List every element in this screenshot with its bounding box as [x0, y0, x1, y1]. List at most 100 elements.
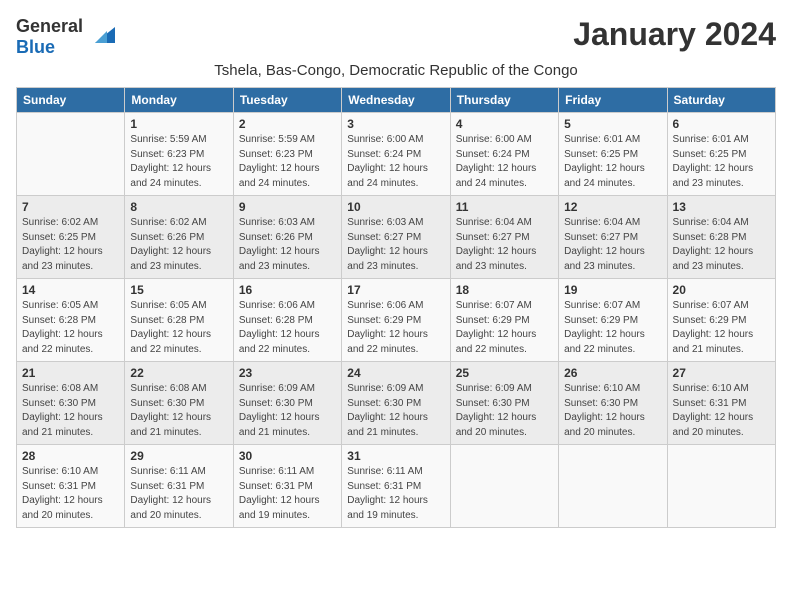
calendar-cell: 27 Sunrise: 6:10 AM Sunset: 6:31 PM Dayli…	[667, 362, 775, 445]
calendar-cell: 12Sunrise: 6:04 AM Sunset: 6:27 PM Dayli…	[559, 196, 667, 279]
day-number: 24	[347, 366, 444, 380]
day-number: 13	[673, 200, 770, 214]
calendar-cell: 1 Sunrise: 5:59 AM Sunset: 6:23 PM Daylig…	[125, 113, 233, 196]
calendar-cell: 2 Sunrise: 5:59 AM Sunset: 6:23 PM Daylig…	[233, 113, 341, 196]
calendar-cell: 4Sunrise: 6:00 AM Sunset: 6:24 PM Daylig…	[450, 113, 558, 196]
day-number: 21	[22, 366, 119, 380]
day-detail: Sunrise: 6:03 AM Sunset: 6:26 PM Dayligh…	[239, 216, 336, 274]
day-detail: Sunrise: 6:10 AM Sunset: 6:31 PM Dayligh…	[673, 382, 770, 440]
day-number: 2	[239, 117, 336, 131]
day-detail: Sunrise: 6:11 AM Sunset: 6:31 PM Dayligh…	[130, 465, 227, 523]
calendar-day-header: Saturday	[667, 88, 775, 113]
day-number: 26	[564, 366, 661, 380]
day-number: 27	[673, 366, 770, 380]
day-detail: Sunrise: 6:02 AM Sunset: 6:26 PM Dayligh…	[130, 216, 227, 274]
calendar-cell: 3 Sunrise: 6:00 AM Sunset: 6:24 PM Daylig…	[342, 113, 450, 196]
day-number: 6	[673, 117, 770, 131]
calendar-cell: 18 Sunrise: 6:07 AM Sunset: 6:29 PM Dayli…	[450, 279, 558, 362]
calendar-cell: 8 Sunrise: 6:02 AM Sunset: 6:26 PM Daylig…	[125, 196, 233, 279]
calendar-cell: 6Sunrise: 6:01 AM Sunset: 6:25 PM Daylig…	[667, 113, 775, 196]
day-detail: Sunrise: 6:09 AM Sunset: 6:30 PM Dayligh…	[347, 382, 444, 440]
day-detail: Sunrise: 6:04 AM Sunset: 6:28 PM Dayligh…	[673, 216, 770, 274]
day-number: 30	[239, 449, 336, 463]
calendar-cell: 13 Sunrise: 6:04 AM Sunset: 6:28 PM Dayli…	[667, 196, 775, 279]
day-number: 5	[564, 117, 661, 131]
day-number: 7	[22, 200, 119, 214]
calendar-cell: 31 Sunrise: 6:11 AM Sunset: 6:31 PM Dayli…	[342, 445, 450, 528]
day-number: 17	[347, 283, 444, 297]
calendar-cell: 10Sunrise: 6:03 AM Sunset: 6:27 PM Dayli…	[342, 196, 450, 279]
calendar-cell: 5 Sunrise: 6:01 AM Sunset: 6:25 PM Daylig…	[559, 113, 667, 196]
day-number: 19	[564, 283, 661, 297]
calendar-cell: 21 Sunrise: 6:08 AM Sunset: 6:30 PM Dayli…	[17, 362, 125, 445]
day-number: 25	[456, 366, 553, 380]
day-detail: Sunrise: 6:06 AM Sunset: 6:29 PM Dayligh…	[347, 299, 444, 357]
calendar-cell	[450, 445, 558, 528]
calendar-day-header: Sunday	[17, 88, 125, 113]
calendar-cell: 16Sunrise: 6:06 AM Sunset: 6:28 PM Dayli…	[233, 279, 341, 362]
day-number: 31	[347, 449, 444, 463]
logo: General Blue	[16, 16, 115, 58]
calendar-day-header: Monday	[125, 88, 233, 113]
calendar-day-header: Tuesday	[233, 88, 341, 113]
day-number: 14	[22, 283, 119, 297]
calendar-cell: 22Sunrise: 6:08 AM Sunset: 6:30 PM Dayli…	[125, 362, 233, 445]
day-detail: Sunrise: 6:09 AM Sunset: 6:30 PM Dayligh…	[239, 382, 336, 440]
day-number: 16	[239, 283, 336, 297]
logo-icon	[87, 23, 115, 51]
day-number: 11	[456, 200, 553, 214]
calendar-week-row: 21 Sunrise: 6:08 AM Sunset: 6:30 PM Dayli…	[17, 362, 776, 445]
day-number: 3	[347, 117, 444, 131]
calendar-week-row: 7 Sunrise: 6:02 AM Sunset: 6:25 PM Daylig…	[17, 196, 776, 279]
day-number: 28	[22, 449, 119, 463]
calendar-cell: 19 Sunrise: 6:07 AM Sunset: 6:29 PM Dayli…	[559, 279, 667, 362]
day-detail: Sunrise: 6:02 AM Sunset: 6:25 PM Dayligh…	[22, 216, 119, 274]
calendar-cell: 29 Sunrise: 6:11 AM Sunset: 6:31 PM Dayli…	[125, 445, 233, 528]
page-header: General Blue January 2024	[16, 16, 776, 58]
day-detail: Sunrise: 6:07 AM Sunset: 6:29 PM Dayligh…	[564, 299, 661, 357]
calendar-cell: 11 Sunrise: 6:04 AM Sunset: 6:27 PM Dayli…	[450, 196, 558, 279]
month-title: January 2024	[573, 16, 776, 53]
calendar-cell: 17 Sunrise: 6:06 AM Sunset: 6:29 PM Dayli…	[342, 279, 450, 362]
calendar-cell: 26 Sunrise: 6:10 AM Sunset: 6:30 PM Dayli…	[559, 362, 667, 445]
calendar-cell: 20Sunrise: 6:07 AM Sunset: 6:29 PM Dayli…	[667, 279, 775, 362]
day-number: 8	[130, 200, 227, 214]
day-detail: Sunrise: 6:10 AM Sunset: 6:30 PM Dayligh…	[564, 382, 661, 440]
calendar-week-row: 1 Sunrise: 5:59 AM Sunset: 6:23 PM Daylig…	[17, 113, 776, 196]
day-detail: Sunrise: 6:00 AM Sunset: 6:24 PM Dayligh…	[347, 133, 444, 191]
calendar-week-row: 14 Sunrise: 6:05 AM Sunset: 6:28 PM Dayli…	[17, 279, 776, 362]
calendar-cell: 25Sunrise: 6:09 AM Sunset: 6:30 PM Dayli…	[450, 362, 558, 445]
calendar-day-header: Wednesday	[342, 88, 450, 113]
calendar-day-header: Thursday	[450, 88, 558, 113]
day-number: 18	[456, 283, 553, 297]
day-detail: Sunrise: 6:04 AM Sunset: 6:27 PM Dayligh…	[456, 216, 553, 274]
day-detail: Sunrise: 6:10 AM Sunset: 6:31 PM Dayligh…	[22, 465, 119, 523]
day-detail: Sunrise: 6:03 AM Sunset: 6:27 PM Dayligh…	[347, 216, 444, 274]
calendar-body: 1 Sunrise: 5:59 AM Sunset: 6:23 PM Daylig…	[17, 113, 776, 528]
calendar-table: SundayMondayTuesdayWednesdayThursdayFrid…	[16, 87, 776, 528]
logo-blue: Blue	[16, 37, 55, 57]
day-number: 1	[130, 117, 227, 131]
day-detail: Sunrise: 6:11 AM Sunset: 6:31 PM Dayligh…	[239, 465, 336, 523]
calendar-day-header: Friday	[559, 88, 667, 113]
day-detail: Sunrise: 5:59 AM Sunset: 6:23 PM Dayligh…	[239, 133, 336, 191]
calendar-cell	[559, 445, 667, 528]
day-detail: Sunrise: 6:07 AM Sunset: 6:29 PM Dayligh…	[456, 299, 553, 357]
calendar-cell: 30 Sunrise: 6:11 AM Sunset: 6:31 PM Dayli…	[233, 445, 341, 528]
calendar-cell: 15 Sunrise: 6:05 AM Sunset: 6:28 PM Dayli…	[125, 279, 233, 362]
day-detail: Sunrise: 6:08 AM Sunset: 6:30 PM Dayligh…	[22, 382, 119, 440]
day-number: 23	[239, 366, 336, 380]
calendar-cell: 23 Sunrise: 6:09 AM Sunset: 6:30 PM Dayli…	[233, 362, 341, 445]
day-detail: Sunrise: 5:59 AM Sunset: 6:23 PM Dayligh…	[130, 133, 227, 191]
day-number: 22	[130, 366, 227, 380]
location-title: Tshela, Bas-Congo, Democratic Republic o…	[16, 62, 776, 79]
day-detail: Sunrise: 6:05 AM Sunset: 6:28 PM Dayligh…	[130, 299, 227, 357]
calendar-cell: 7 Sunrise: 6:02 AM Sunset: 6:25 PM Daylig…	[17, 196, 125, 279]
day-detail: Sunrise: 6:01 AM Sunset: 6:25 PM Dayligh…	[564, 133, 661, 191]
calendar-cell: 24 Sunrise: 6:09 AM Sunset: 6:30 PM Dayli…	[342, 362, 450, 445]
day-detail: Sunrise: 6:00 AM Sunset: 6:24 PM Dayligh…	[456, 133, 553, 191]
day-number: 15	[130, 283, 227, 297]
day-detail: Sunrise: 6:11 AM Sunset: 6:31 PM Dayligh…	[347, 465, 444, 523]
day-number: 29	[130, 449, 227, 463]
logo-text: General Blue	[16, 16, 83, 58]
